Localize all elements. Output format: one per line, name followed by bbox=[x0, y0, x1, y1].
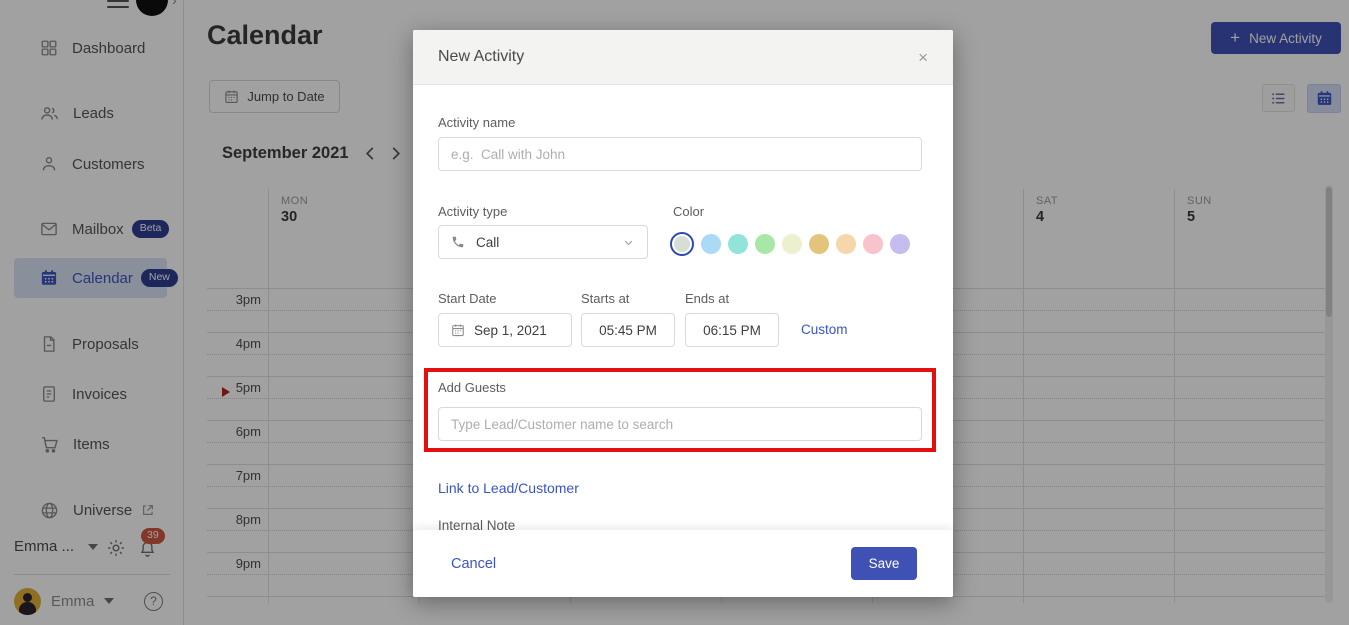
starts-at-input[interactable] bbox=[581, 313, 675, 347]
color-swatch[interactable] bbox=[728, 234, 748, 254]
add-guests-label: Add Guests bbox=[438, 380, 506, 395]
modal-footer: Cancel Save bbox=[413, 530, 953, 597]
activity-name-label: Activity name bbox=[438, 115, 515, 130]
ends-at-label: Ends at bbox=[685, 291, 729, 306]
modal-title: New Activity bbox=[438, 48, 524, 66]
color-swatch[interactable] bbox=[890, 234, 910, 254]
ends-at-input[interactable] bbox=[685, 313, 779, 347]
activity-type-value: Call bbox=[476, 235, 499, 250]
modal-header: New Activity × bbox=[413, 30, 953, 85]
app-root: › Dashboard Leads Customers Mailbox Beta… bbox=[0, 0, 1349, 625]
color-swatch[interactable] bbox=[782, 234, 802, 254]
color-swatch[interactable] bbox=[863, 234, 883, 254]
calendar-icon bbox=[451, 323, 465, 337]
color-swatch[interactable] bbox=[755, 234, 775, 254]
color-swatch-selected[interactable] bbox=[670, 232, 694, 256]
color-swatch[interactable] bbox=[701, 234, 721, 254]
start-date-label: Start Date bbox=[438, 291, 497, 306]
activity-name-input[interactable] bbox=[438, 137, 922, 171]
activity-type-select[interactable]: Call bbox=[438, 225, 648, 259]
chevron-down-icon bbox=[622, 236, 635, 249]
close-icon[interactable]: × bbox=[918, 49, 928, 66]
color-swatch[interactable] bbox=[836, 234, 856, 254]
color-swatch[interactable] bbox=[809, 234, 829, 254]
custom-time-link[interactable]: Custom bbox=[801, 322, 848, 337]
save-button[interactable]: Save bbox=[851, 547, 917, 580]
start-date-value: Sep 1, 2021 bbox=[474, 323, 547, 338]
link-to-lead-customer-link[interactable]: Link to Lead/Customer bbox=[438, 480, 579, 496]
color-swatches bbox=[670, 231, 910, 257]
start-date-input[interactable]: Sep 1, 2021 bbox=[438, 313, 572, 347]
starts-at-label: Starts at bbox=[581, 291, 629, 306]
new-activity-modal: New Activity × Activity name Activity ty… bbox=[413, 30, 953, 597]
phone-icon bbox=[451, 235, 465, 249]
color-label: Color bbox=[673, 204, 704, 219]
activity-type-label: Activity type bbox=[438, 204, 507, 219]
add-guests-input[interactable] bbox=[438, 407, 922, 441]
color-swatch[interactable] bbox=[674, 236, 690, 252]
cancel-button[interactable]: Cancel bbox=[451, 556, 496, 572]
